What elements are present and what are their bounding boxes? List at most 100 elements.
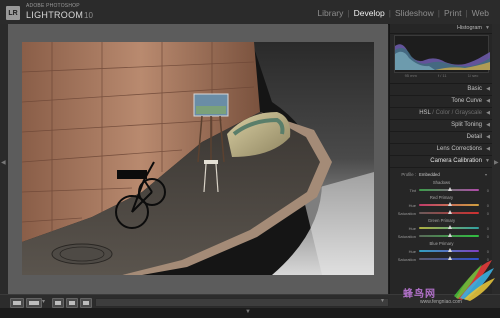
histogram-stats: 95 mm f / 11 1/ sec (394, 73, 489, 79)
group-blue-primary-title: Blue Primary (429, 241, 454, 246)
top-bar: LR ADOBE PHOTOSHOP LIGHTROOM 10 Library … (0, 0, 500, 25)
profile-label: Profile : (401, 172, 416, 177)
triangle-left-icon: ◀ (486, 86, 490, 92)
redeye-button[interactable] (80, 298, 92, 308)
white-balance-button[interactable] (66, 298, 78, 308)
red-saturation-slider[interactable] (419, 210, 479, 214)
triangle-down-icon: ▼ (485, 25, 490, 31)
slider-knob[interactable] (447, 187, 452, 191)
section-label: Detail (466, 134, 482, 140)
section-label: Tone Curve (451, 98, 482, 104)
section-hsl[interactable]: HSL / Color / Grayscale ◀ (390, 108, 493, 120)
slider-label: Hue (408, 202, 416, 208)
section-label: Lens Corrections (436, 146, 482, 152)
profile-select[interactable]: Embedded (419, 172, 485, 177)
section-split-toning[interactable]: Split Toning ◀ (390, 120, 493, 132)
slider-value: 0 (486, 202, 489, 208)
green-hue-slider[interactable] (419, 225, 479, 229)
left-panel-toggle[interactable]: ◀ (0, 24, 8, 294)
section-detail[interactable]: Detail ◀ (390, 132, 493, 144)
section-lens-corrections[interactable]: Lens Corrections ◀ (390, 144, 493, 156)
module-picker: Library | Develop | Slideshow | Print | … (314, 8, 492, 18)
section-tone-curve[interactable]: Tone Curve ◀ (390, 96, 493, 108)
lightroom-logo: LR (6, 6, 20, 20)
photo-image (22, 42, 374, 275)
triangle-down-icon: ▼ (485, 158, 490, 164)
slider-value: 0 (486, 210, 489, 216)
slider-label: Hue (408, 248, 416, 254)
camera-calibration-panel: Profile : Embedded ▾ Shadows Tint 0 Red … (390, 168, 493, 263)
eyedropper-icon (69, 301, 75, 305)
toolbar-field[interactable] (95, 298, 389, 307)
triangle-left-icon: ◀ (486, 98, 490, 104)
section-label: Split Toning (451, 122, 482, 128)
histogram-header[interactable]: Histogram ▼ (390, 24, 493, 34)
module-develop[interactable]: Develop (351, 8, 388, 18)
section-label-suffix: / Color / Grayscale (430, 110, 482, 116)
slider-knob[interactable] (447, 202, 452, 206)
right-panel: Histogram ▼ 95 mm f / 11 1/ sec Basic ◀ … (389, 24, 493, 294)
module-slideshow[interactable]: Slideshow (392, 8, 437, 18)
slider-value: 0 (486, 233, 489, 239)
red-hue-slider[interactable] (419, 202, 479, 206)
slider-row-red-hue: Hue 0 (394, 201, 489, 209)
tint-slider[interactable] (419, 187, 479, 191)
slider-row-shadows-tint: Tint 0 (394, 186, 489, 194)
slider-row-green-saturation: Saturation 0 (394, 232, 489, 240)
watermark-url: www.fengniao.com (420, 299, 462, 305)
triangle-left-icon: ◀ (486, 110, 490, 116)
chevron-down-icon: ▾ (484, 172, 487, 177)
filmstrip-toggle[interactable]: ▼ (0, 308, 500, 318)
slider-label: Saturation (397, 233, 416, 239)
section-basic[interactable]: Basic ◀ (390, 84, 493, 96)
stat-aperture: f / 11 (437, 73, 447, 78)
slider-value: 0 (486, 248, 489, 254)
before-after-button[interactable] (26, 298, 42, 308)
section-label: Camera Calibration (430, 158, 482, 164)
triangle-down-icon: ▼ (245, 309, 251, 315)
brand-subtitle: ADOBE PHOTOSHOP (26, 3, 80, 9)
slider-knob[interactable] (447, 233, 452, 237)
green-saturation-slider[interactable] (419, 233, 479, 237)
slider-knob[interactable] (447, 225, 452, 229)
slider-label: Tint (409, 187, 416, 193)
blue-hue-slider[interactable] (419, 248, 479, 252)
slider-knob[interactable] (447, 210, 452, 214)
triangle-left-icon: ◀ (486, 146, 490, 152)
slider-label: Saturation (397, 210, 416, 216)
group-red-primary-title: Red Primary (429, 195, 454, 200)
slider-value: 0 (486, 225, 489, 231)
module-print[interactable]: Print (441, 8, 464, 18)
histogram-title: Histogram (456, 25, 482, 31)
triangle-down-icon[interactable]: ▼ (380, 298, 385, 304)
section-camera-calibration[interactable]: Camera Calibration ▼ (390, 156, 493, 168)
chevron-down-icon[interactable]: ▾ (42, 298, 45, 305)
brand-name: LIGHTROOM (26, 10, 84, 20)
slider-knob[interactable] (447, 248, 452, 252)
section-label: HSL (419, 110, 431, 116)
before-after-icon (29, 301, 39, 305)
histogram-graph[interactable] (394, 35, 490, 73)
slider-row-blue-hue: Hue 0 (394, 247, 489, 255)
histogram-plot (395, 44, 490, 70)
slider-value: 0 (486, 187, 489, 193)
slider-label: Saturation (397, 256, 416, 262)
module-web[interactable]: Web (469, 8, 492, 18)
eye-icon (83, 301, 89, 305)
section-label: Basic (467, 86, 482, 92)
slider-row-red-saturation: Saturation 0 (394, 209, 489, 217)
brand-version: 10 (84, 11, 93, 20)
stat-shutter: 1/ sec (467, 73, 479, 78)
module-library[interactable]: Library (314, 8, 346, 18)
loupe-view-button[interactable] (10, 298, 24, 308)
slider-label: Hue (408, 225, 416, 231)
stat-focal-length: 95 mm (404, 73, 417, 78)
triangle-left-icon: ◀ (1, 160, 6, 166)
triangle-left-icon: ◀ (486, 134, 490, 140)
right-panel-toggle[interactable]: ▶ (492, 24, 500, 294)
triangle-right-icon: ▶ (494, 160, 499, 166)
crop-tool-button[interactable] (52, 298, 64, 308)
triangle-left-icon: ◀ (486, 122, 490, 128)
group-shadows-title: Shadows (432, 180, 451, 185)
loupe-icon (13, 301, 21, 305)
